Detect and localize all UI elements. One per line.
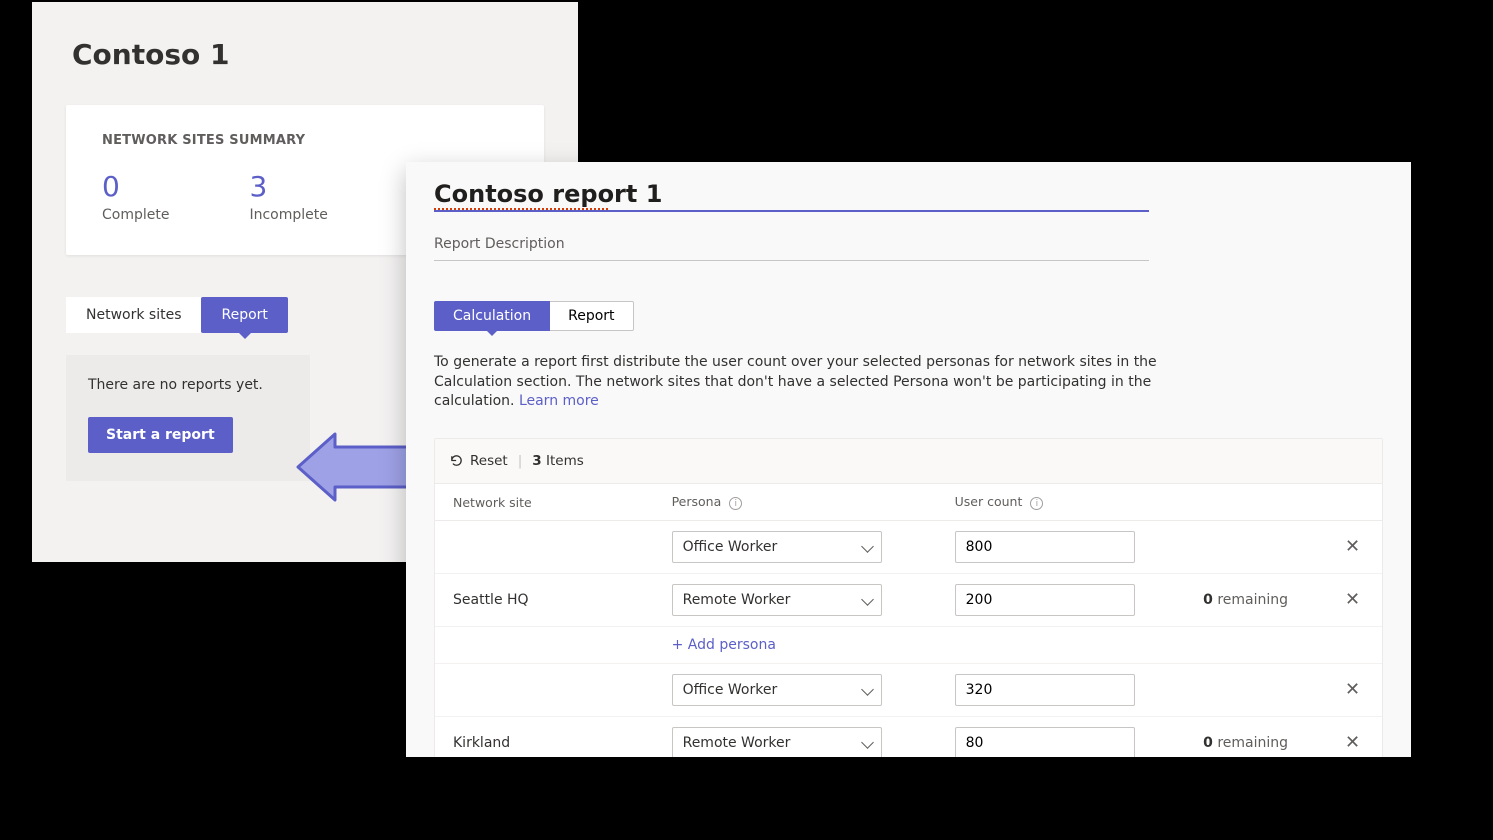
persona-select[interactable]: Office WorkerRemote Worker — [672, 531, 882, 563]
user-count-input[interactable] — [955, 584, 1135, 616]
items-count-number: 3 — [532, 453, 541, 469]
annotation-arrow-icon — [290, 432, 410, 502]
subtab-calculation[interactable]: Calculation — [434, 301, 550, 331]
delete-row-button[interactable]: ✕ — [1345, 732, 1360, 753]
site-name-cell — [435, 664, 654, 717]
metric-incomplete-label: Incomplete — [249, 207, 327, 223]
reset-label: Reset — [470, 453, 508, 469]
site-name-cell: Seattle HQ — [435, 574, 654, 627]
sites-summary-heading: NETWORK SITES SUMMARY — [102, 133, 508, 148]
table-row: Kirkland Office WorkerRemote Worker 0 rema… — [435, 717, 1382, 757]
reports-empty-panel: There are no reports yet. Start a report — [66, 355, 310, 481]
user-count-input[interactable] — [955, 531, 1135, 563]
info-icon[interactable]: i — [1030, 497, 1043, 510]
planner-title: Contoso 1 — [72, 38, 578, 71]
metric-complete: 0 Complete — [102, 170, 169, 223]
add-persona-link[interactable]: + Add persona — [672, 637, 776, 653]
subtab-report[interactable]: Report — [550, 301, 633, 331]
report-editor-panel: Calculation Report To generate a report … — [406, 162, 1411, 757]
spellcheck-underline — [434, 208, 609, 210]
user-count-input[interactable] — [955, 727, 1135, 757]
delete-row-button[interactable]: ✕ — [1345, 589, 1360, 610]
col-user-count: User count i — [937, 484, 1186, 521]
site-name-cell: Kirkland — [435, 717, 654, 757]
toolbar-separator: | — [518, 453, 523, 469]
tab-report[interactable]: Report — [201, 297, 287, 333]
persona-select[interactable]: Office WorkerRemote Worker — [672, 584, 882, 616]
site-name-cell — [435, 521, 654, 574]
persona-select[interactable]: Office WorkerRemote Worker — [672, 674, 882, 706]
info-icon[interactable]: i — [729, 497, 742, 510]
calculation-table-container: Reset | 3 Items Network site Persona i — [434, 438, 1383, 757]
metric-incomplete: 3 Incomplete — [249, 170, 327, 223]
col-persona: Persona i — [654, 484, 937, 521]
user-count-input[interactable] — [955, 674, 1135, 706]
remaining-cell: 0 remaining — [1185, 574, 1323, 627]
items-count: 3 Items — [532, 453, 583, 469]
remaining-cell — [1185, 521, 1323, 574]
calculation-help-text: To generate a report first distribute th… — [434, 353, 1184, 412]
report-sub-tabs: Calculation Report — [434, 301, 1383, 331]
remaining-cell: 0 remaining — [1185, 717, 1323, 757]
metric-complete-value: 0 — [102, 170, 169, 203]
learn-more-link[interactable]: Learn more — [519, 393, 599, 409]
table-row: Office WorkerRemote Worker ✕ — [435, 664, 1382, 717]
persona-select[interactable]: Office WorkerRemote Worker — [672, 727, 882, 757]
reset-button[interactable]: Reset — [449, 453, 508, 469]
delete-row-button[interactable]: ✕ — [1345, 679, 1360, 700]
col-network-site: Network site — [435, 484, 654, 521]
delete-row-button[interactable]: ✕ — [1345, 536, 1360, 557]
reset-icon — [449, 453, 464, 468]
calc-toolbar: Reset | 3 Items — [435, 439, 1382, 484]
remaining-cell — [1185, 664, 1323, 717]
report-description-input[interactable] — [434, 216, 1149, 261]
report-name-field — [434, 180, 1149, 216]
table-row: Office WorkerRemote Worker ✕ — [435, 521, 1382, 574]
table-row: + Add persona — [435, 627, 1382, 664]
table-row: Seattle HQ Office WorkerRemote Worker 0 re… — [435, 574, 1382, 627]
metric-incomplete-value: 3 — [249, 170, 327, 203]
metric-complete-label: Complete — [102, 207, 169, 223]
tab-network-sites[interactable]: Network sites — [66, 297, 201, 333]
items-count-label: Items — [546, 453, 584, 469]
start-report-button[interactable]: Start a report — [88, 417, 233, 453]
calculation-table: Network site Persona i User count i Offi… — [435, 484, 1382, 757]
no-reports-message: There are no reports yet. — [88, 377, 288, 393]
